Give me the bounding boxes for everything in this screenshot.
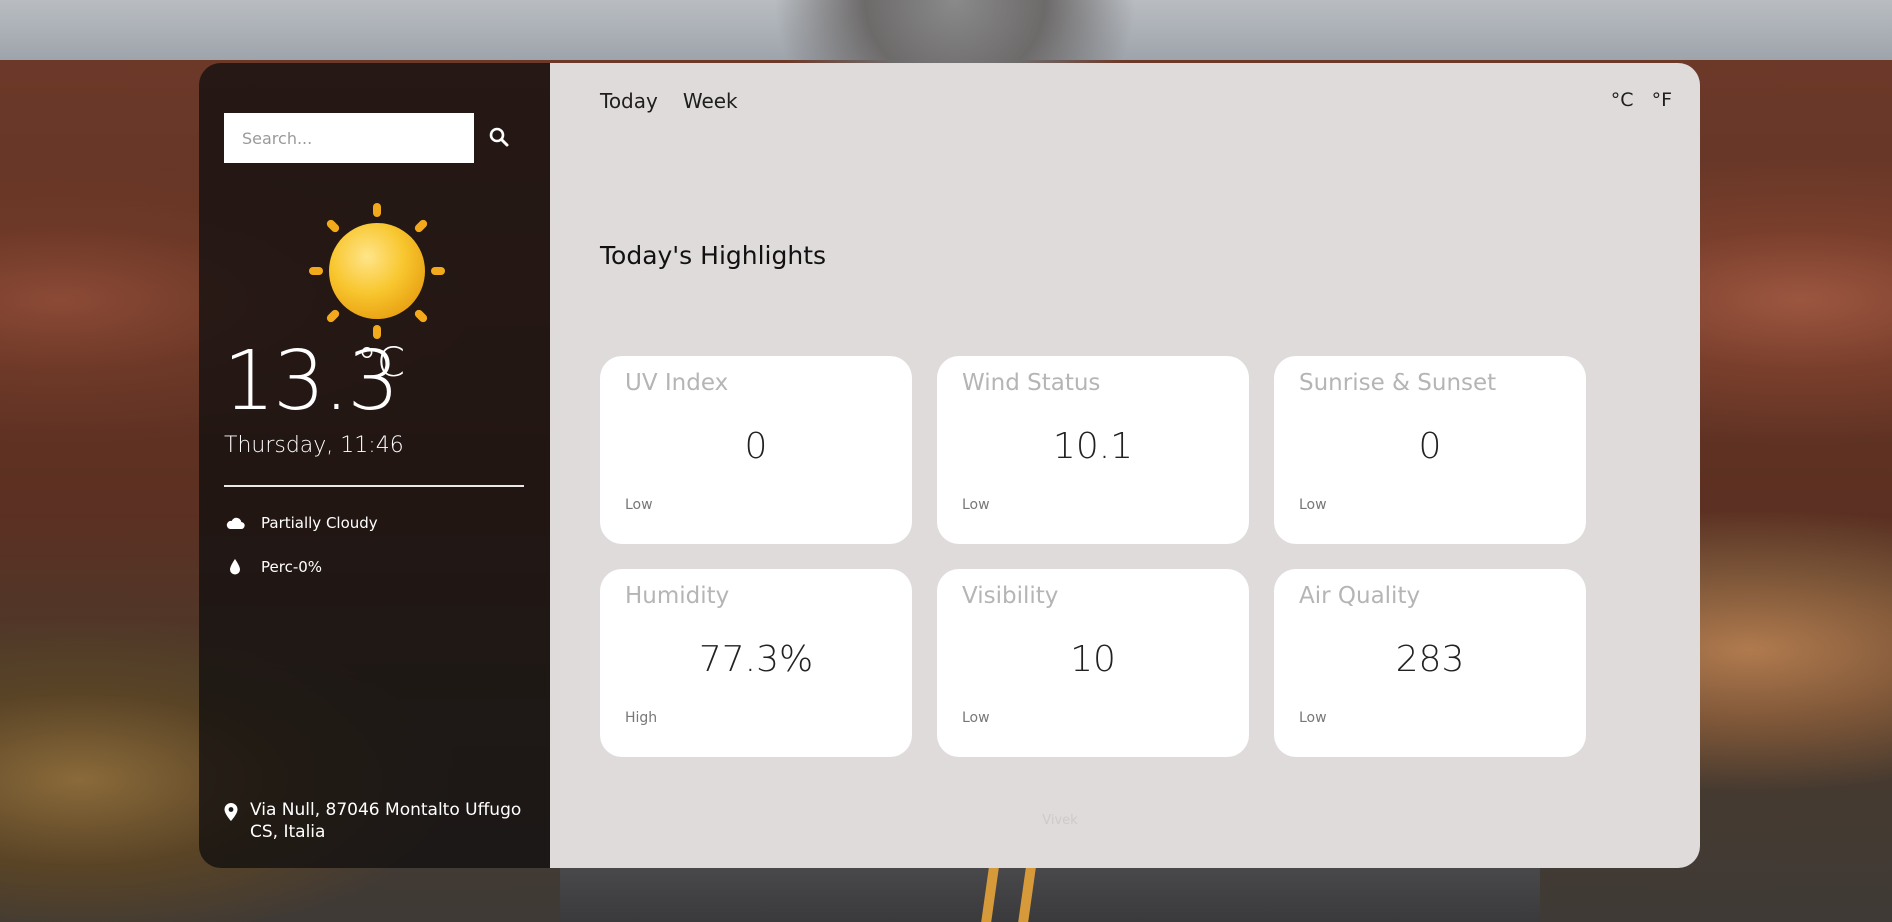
date-time: Thursday, 11:46 (224, 433, 404, 458)
card-title: UV Index (625, 370, 729, 396)
tab-today[interactable]: Today (600, 89, 658, 113)
card-wind-status: Wind Status 10.1 Low (937, 356, 1249, 544)
card-value: 283 (1395, 639, 1465, 680)
card-status: Low (1299, 710, 1327, 726)
footer-author: Vivek (1042, 813, 1078, 828)
card-value: 0 (744, 426, 768, 467)
card-status: Low (1299, 497, 1327, 513)
cloud-icon (224, 513, 246, 533)
location-line-1: Via Null, 87046 Montalto Uffugo (250, 800, 522, 820)
location: Via Null, 87046 Montalto Uffugo CS, Ital… (224, 799, 521, 843)
card-status: High (625, 710, 658, 726)
card-value: 10.1 (1052, 426, 1134, 467)
unit-toggle: °C °F (1611, 89, 1672, 111)
card-status: Low (962, 497, 990, 513)
tab-week[interactable]: Week (683, 89, 738, 113)
card-status: Low (962, 710, 990, 726)
precipitation-text: Perc-0% (261, 558, 323, 576)
location-pin-icon (224, 803, 240, 827)
card-humidity: Humidity 77.3% High (600, 569, 912, 757)
search-bar (224, 113, 524, 163)
sidebar: 13.3 °C Thursday, 11:46 Partially Cloudy… (199, 63, 550, 868)
condition-text: Partially Cloudy (261, 514, 378, 532)
card-title: Air Quality (1299, 583, 1421, 609)
card-visibility: Visibility 10 Low (937, 569, 1249, 757)
card-title: Wind Status (962, 370, 1101, 396)
card-title: Sunrise & Sunset (1299, 370, 1497, 396)
location-line-2: CS, Italia (250, 822, 326, 842)
sun-icon (309, 203, 445, 339)
road (560, 860, 1540, 922)
precipitation-row: Perc-0% (224, 557, 322, 577)
view-tabs: Today Week (600, 89, 738, 113)
card-value: 77.3% (698, 639, 814, 680)
search-input[interactable] (224, 113, 474, 163)
main-panel: Today Week °C °F Today's Highlights UV I… (550, 63, 1700, 868)
card-title: Visibility (962, 583, 1059, 609)
card-value: 0 (1418, 426, 1442, 467)
drop-icon (224, 557, 246, 577)
card-sunrise-sunset: Sunrise & Sunset 0 Low (1274, 356, 1586, 544)
condition-row: Partially Cloudy (224, 513, 378, 533)
card-air-quality: Air Quality 283 Low (1274, 569, 1586, 757)
unit-fahrenheit-button[interactable]: °F (1652, 89, 1672, 111)
card-value: 10 (1070, 639, 1116, 680)
search-button[interactable] (482, 121, 516, 155)
card-status: Low (625, 497, 653, 513)
temperature-unit: °C (357, 340, 405, 386)
card-uv-index: UV Index 0 Low (600, 356, 912, 544)
highlights-title: Today's Highlights (600, 241, 827, 270)
divider (224, 485, 524, 487)
card-title: Humidity (625, 583, 730, 609)
unit-celsius-button[interactable]: °C (1611, 89, 1634, 111)
search-icon (489, 127, 509, 146)
